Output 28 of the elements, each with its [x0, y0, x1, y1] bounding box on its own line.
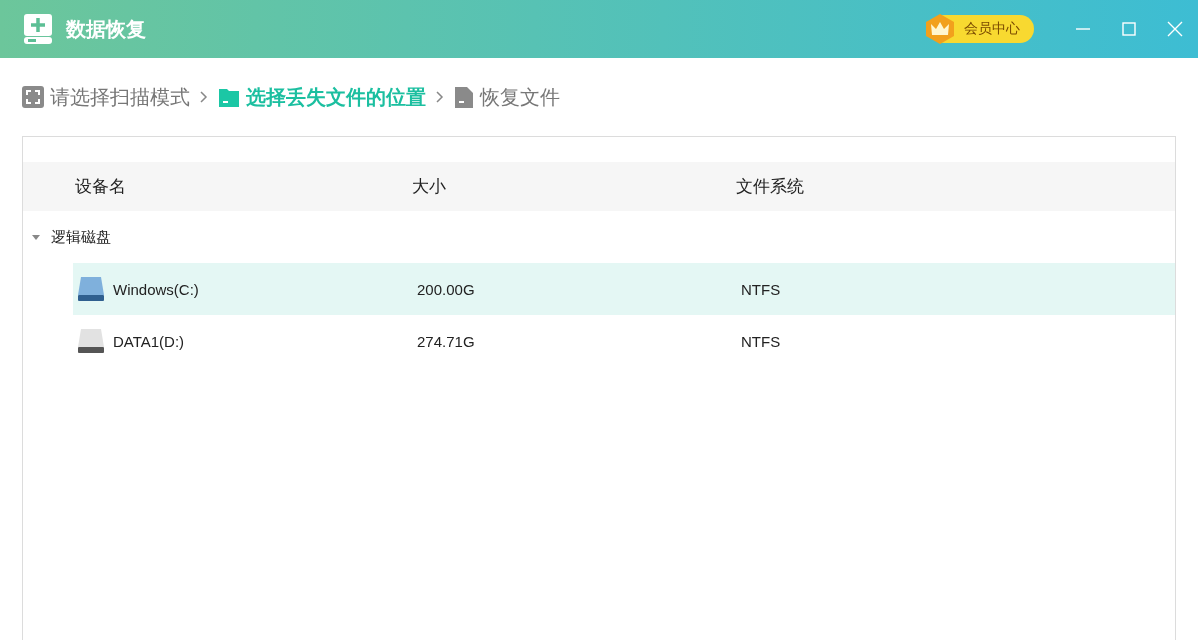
drive-size: 274.71G [417, 332, 476, 350]
hard-drive-icon [77, 276, 105, 302]
chevron-right-icon [200, 91, 208, 103]
maximize-icon [1121, 21, 1137, 37]
column-header: 设备名 [75, 176, 127, 198]
folder-icon [218, 86, 240, 108]
drive-name: Windows(C:) [113, 280, 199, 298]
drive-row[interactable]: Windows(C:) 200.00G NTFS [73, 263, 1175, 315]
expand-triangle-icon[interactable] [31, 232, 41, 242]
drive-name: DATA1(D:) [113, 332, 185, 350]
close-icon [1167, 21, 1183, 37]
minimize-icon [1075, 28, 1091, 30]
chevron-right-icon [436, 91, 444, 103]
file-system: NTFS [741, 280, 782, 298]
breadcrumb-step[interactable]: 恢复文件 [454, 83, 560, 111]
file-system: NTFS [741, 332, 782, 350]
document-icon [454, 86, 474, 108]
column-header: 文件系统 [736, 176, 805, 198]
window-title: 数据恢复 [66, 16, 146, 42]
crown-icon [924, 13, 956, 45]
hard-drive-icon [77, 328, 105, 354]
scan-frame-icon [22, 86, 44, 108]
drive-row[interactable]: DATA1(D:) 274.71G NTFS [73, 315, 1175, 367]
tree-group-label: 逻辑磁盘 [51, 227, 111, 247]
drive-size: 200.00G [417, 280, 476, 298]
column-header: 大小 [412, 176, 447, 198]
app-logo-icon [22, 13, 54, 45]
breadcrumb-step[interactable]: 请选择扫描模式 [22, 83, 190, 111]
